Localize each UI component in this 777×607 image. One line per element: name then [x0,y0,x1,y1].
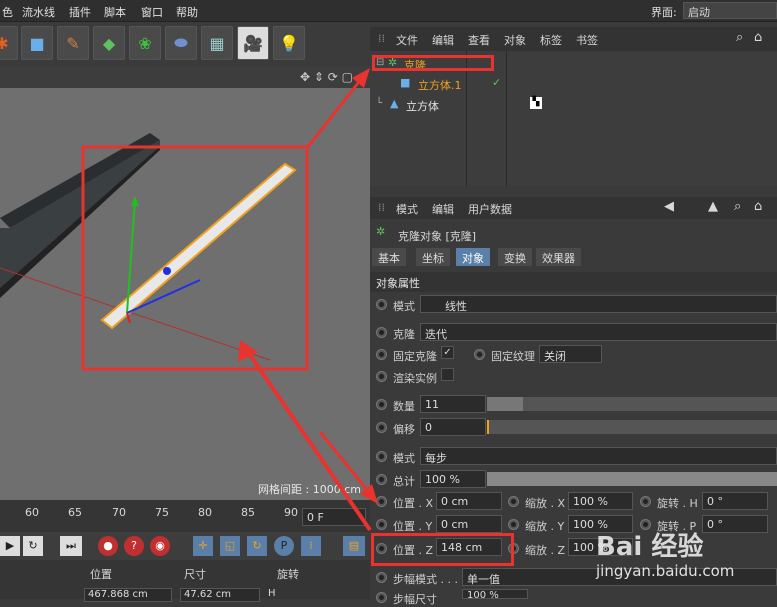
annotation-arrows [238,68,378,532]
watermark-url: jingyan.baidu.com [596,562,735,580]
watermark-brand: Bai 经验 [596,532,704,562]
